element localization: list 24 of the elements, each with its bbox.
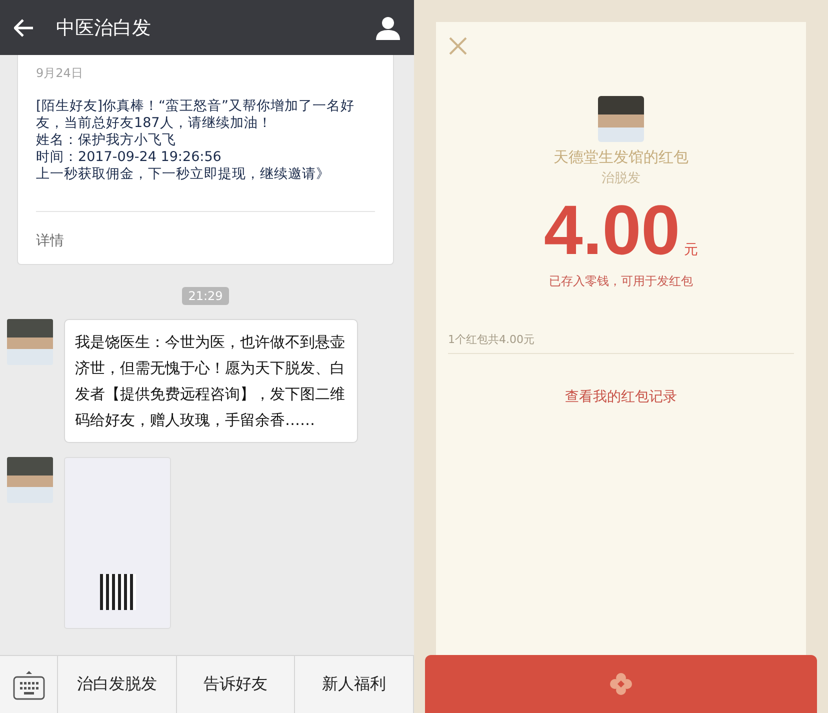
details-link[interactable]: 详情 [36, 233, 64, 249]
back-icon[interactable] [14, 18, 34, 36]
currency-unit: 元 [684, 241, 698, 259]
avatar-photo[interactable] [7, 457, 53, 503]
profile-icon[interactable] [376, 16, 400, 40]
records-link[interactable]: 查看我的红包记录 [565, 388, 677, 406]
notice-date: 9月24日 [36, 65, 84, 82]
notice-text: 时间：2017-09-24 19:26:56 [36, 149, 222, 166]
notice-text: 上一秒获取佣金，下一秒立即提现，继续邀请》 [36, 166, 331, 183]
notice-text: 姓名：保护我方小飞飞 [36, 132, 177, 149]
time-label: 21:29 [182, 287, 229, 305]
message-bubble: 我是饶医生：今世为医，也许做不到悬壶济世，但需无愧于心！愿为天下脱发、白发者【提供免费远程咨询】，发下图二维码给好友，赠人玫瑰，手留余香…… [64, 319, 358, 443]
avatar-photo[interactable] [7, 319, 53, 365]
keyboard-icon[interactable] [12, 670, 44, 700]
image-message[interactable] [64, 457, 171, 629]
wish-text: 治脱发 [602, 170, 640, 187]
deposit-note: 已存入零钱，可用于发红包 [549, 273, 693, 290]
sender-name: 天德堂生发馆的红包 [554, 148, 688, 167]
amount: 4.00 [544, 193, 680, 267]
sender-avatar [598, 96, 644, 142]
notice-text: [陌生好友]你真棒！“蛮王怒音”又帮你增加了一名好友，当前总好友187人，请继续加油！ [36, 98, 356, 132]
flower-icon [610, 673, 632, 695]
packet-summary: 1个红包共4.00元 [448, 332, 794, 354]
chat-title: 中医治白发 [56, 16, 152, 40]
